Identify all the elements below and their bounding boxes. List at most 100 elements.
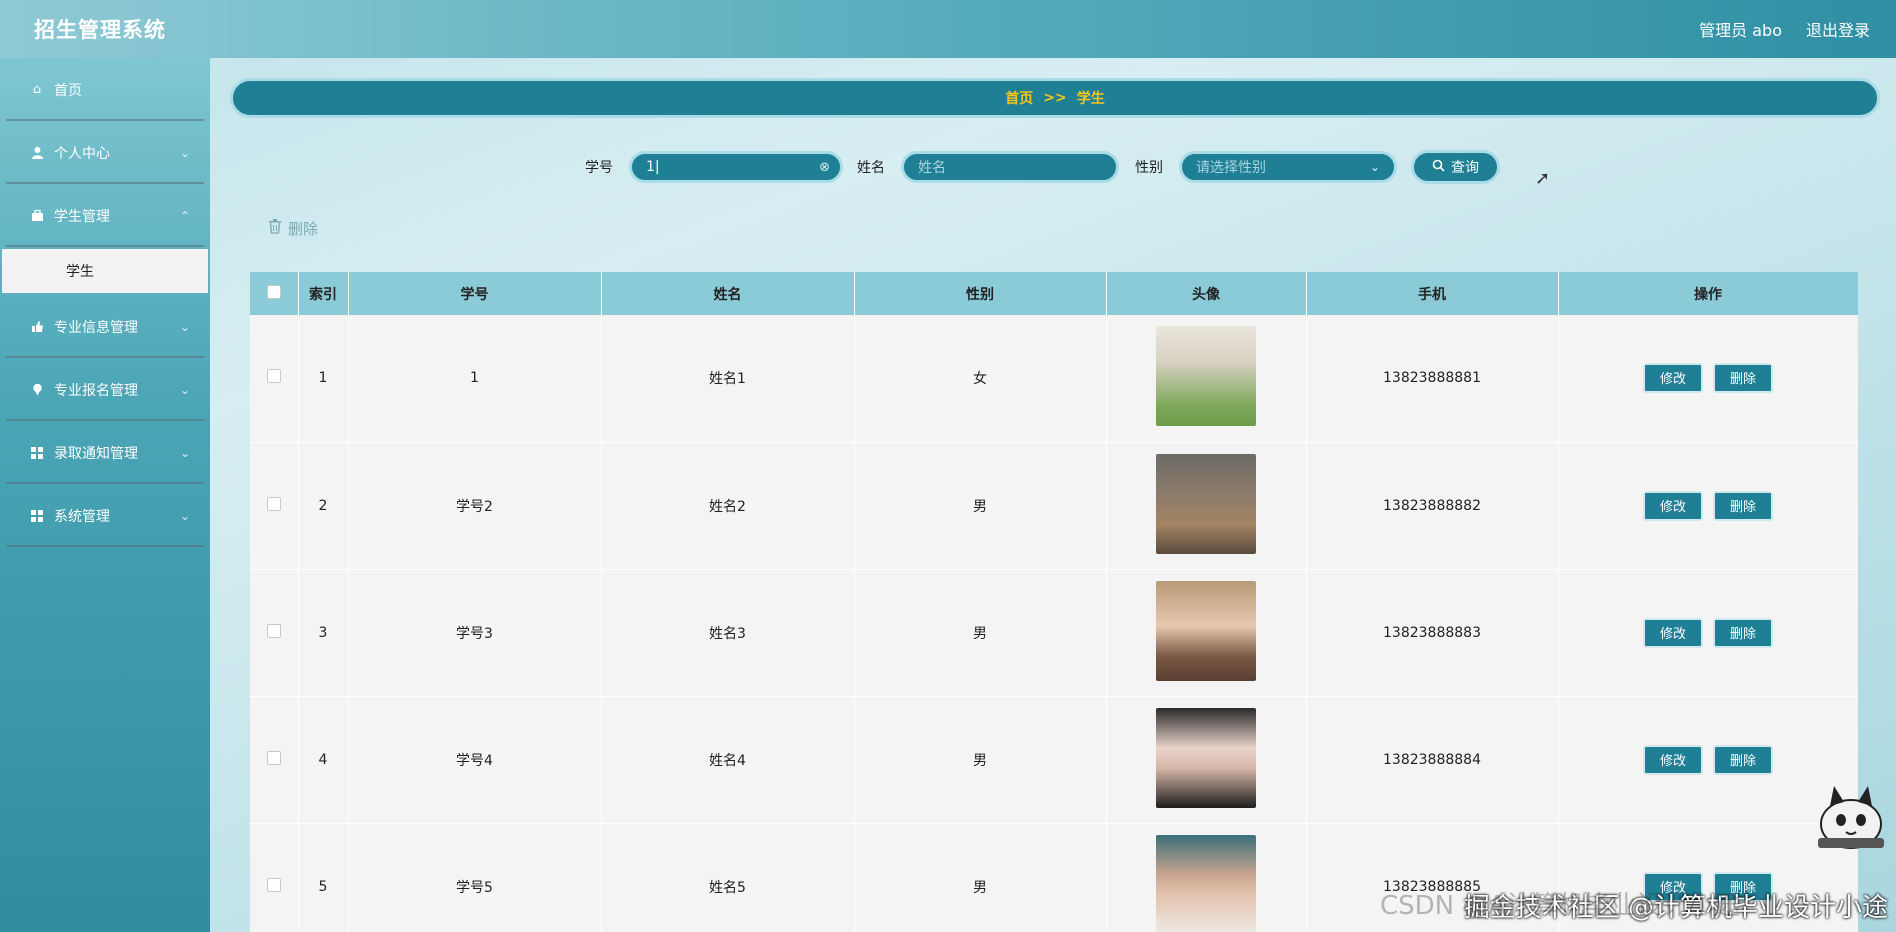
watermark-front: 掘金技术社区 @计算机毕业设计小途 — [1463, 893, 1888, 923]
table-row: 2 学号2 姓名2 男 13823888882 修改 删除 — [250, 442, 1858, 570]
cell-gender: 男 — [854, 442, 1107, 570]
row-checkbox[interactable] — [266, 750, 281, 765]
logout-link[interactable]: 退出登录 — [1806, 17, 1870, 41]
sidebar-item-label: 首页 — [54, 82, 82, 99]
column-header-phone: 手机 — [1306, 272, 1559, 315]
breadcrumb-separator: >> — [1043, 90, 1067, 106]
cell-name: 姓名3 — [601, 569, 855, 697]
top-bar: 招生管理系统 管理员 abo 退出登录 — [0, 0, 1896, 58]
chevron-down-icon: ⌄ — [179, 145, 190, 160]
avatar[interactable] — [1156, 453, 1256, 554]
clear-icon[interactable]: ⊗ — [819, 160, 830, 175]
cell-student-no: 1 — [348, 315, 602, 443]
thumb-icon — [30, 320, 44, 334]
chevron-down-icon: ⌄ — [179, 382, 190, 397]
sidebar-item-major-registration[interactable]: 专业报名管理 ⌄ — [0, 358, 210, 421]
column-header-actions: 操作 — [1558, 272, 1858, 315]
table-row: 1 1 姓名1 女 13823888881 修改 删除 — [250, 315, 1858, 443]
chevron-down-icon: ⌄ — [179, 445, 190, 460]
sidebar-item-label: 专业报名管理 — [54, 382, 138, 399]
breadcrumb: 首页 >> 学生 — [230, 78, 1880, 118]
delete-button[interactable]: 删除 — [1713, 363, 1773, 394]
column-header-index: 索引 — [298, 272, 349, 315]
sidebar-item-major-info[interactable]: 专业信息管理 ⌄ — [0, 295, 210, 358]
app-title: 招生管理系统 — [34, 18, 166, 42]
search-button[interactable]: 查询 — [1411, 150, 1500, 184]
mascot-icon — [1818, 786, 1884, 849]
gender-label: 性别 — [1135, 160, 1163, 176]
delete-button[interactable]: 删除 — [1713, 490, 1773, 521]
cell-student-no: 学号4 — [348, 696, 602, 824]
top-right-actions: 管理员 abo 退出登录 — [1699, 17, 1870, 41]
row-checkbox[interactable] — [266, 877, 281, 892]
edit-button[interactable]: 修改 — [1643, 744, 1703, 775]
column-header-name: 姓名 — [601, 272, 855, 315]
delete-button[interactable]: 删除 — [1713, 744, 1773, 775]
sidebar-item-label: 个人中心 — [54, 145, 110, 162]
sidebar-item-label: 专业信息管理 — [54, 319, 138, 336]
batch-delete-label: 删除 — [288, 220, 319, 238]
watermark: 掘金技术社区 @计算机毕业设计小途 — [1464, 887, 1888, 924]
table-row: 4 学号4 姓名4 男 13823888884 修改 删除 — [250, 696, 1858, 824]
cell-phone: 13823888884 — [1306, 696, 1559, 824]
cell-gender: 男 — [854, 696, 1107, 824]
gender-select[interactable]: 请选择性别 ⌄ — [1179, 151, 1397, 183]
cell-name: 姓名2 — [601, 442, 855, 570]
sidebar-item-label: 学生管理 — [54, 208, 110, 225]
cell-phone: 13823888881 — [1306, 315, 1559, 443]
cell-name: 姓名1 — [601, 315, 855, 443]
breadcrumb-home[interactable]: 首页 — [1005, 88, 1033, 108]
student-no-input[interactable]: 1 | ⊗ — [629, 151, 843, 183]
cell-phone: 13823888882 — [1306, 442, 1559, 570]
admin-user-label[interactable]: 管理员 abo — [1699, 17, 1782, 41]
row-checkbox[interactable] — [266, 623, 281, 638]
sidebar-item-home[interactable]: ⌂ 首页 — [0, 58, 210, 121]
row-checkbox[interactable] — [266, 369, 281, 384]
avatar[interactable] — [1156, 707, 1256, 808]
select-all-checkbox[interactable] — [266, 284, 281, 299]
cell-name: 姓名4 — [601, 696, 855, 824]
grid-icon — [30, 509, 44, 523]
cell-index: 1 — [298, 315, 349, 443]
sidebar-subitem-student[interactable]: 学生 — [2, 249, 208, 293]
edit-button[interactable]: 修改 — [1643, 490, 1703, 521]
cell-gender: 女 — [854, 315, 1107, 443]
delete-button[interactable]: 删除 — [1713, 617, 1773, 648]
sidebar: ⌂ 首页 个人中心 ⌄ 学生管理 ⌃ 学生 专业信息管理 ⌄ 专业报名管理 ⌄ … — [0, 58, 210, 932]
avatar[interactable] — [1156, 326, 1256, 427]
chevron-down-icon: ⌄ — [1369, 160, 1380, 174]
edit-button[interactable]: 修改 — [1643, 363, 1703, 394]
user-icon — [30, 146, 44, 160]
batch-delete-button[interactable]: 删除 — [268, 218, 318, 239]
name-label: 姓名 — [857, 160, 885, 176]
edit-button[interactable]: 修改 — [1643, 617, 1703, 648]
home-icon: ⌂ — [32, 82, 42, 97]
mouse-cursor-icon: ➚ — [1535, 168, 1551, 189]
sidebar-item-admission-notice[interactable]: 录取通知管理 ⌄ — [0, 421, 210, 484]
cell-name: 姓名5 — [601, 823, 855, 932]
briefcase-icon — [30, 209, 44, 223]
trash-icon — [268, 219, 282, 238]
avatar[interactable] — [1156, 580, 1256, 681]
cell-gender: 男 — [854, 569, 1107, 697]
breadcrumb-current: 学生 — [1076, 91, 1105, 107]
name-input[interactable]: 姓名 — [901, 151, 1119, 183]
cell-student-no: 学号2 — [348, 442, 602, 570]
cell-phone: 13823888883 — [1306, 569, 1559, 697]
cell-student-no: 学号3 — [348, 569, 602, 697]
gender-placeholder: 请选择性别 — [1196, 160, 1266, 176]
chevron-down-icon: ⌄ — [179, 319, 190, 334]
table-row: 3 学号3 姓名3 男 13823888883 修改 删除 — [250, 569, 1858, 697]
sidebar-item-label: 系统管理 — [54, 508, 110, 525]
select-all-cell — [250, 272, 299, 315]
row-checkbox[interactable] — [266, 496, 281, 511]
column-header-avatar: 头像 — [1106, 272, 1307, 315]
sidebar-item-personal-center[interactable]: 个人中心 ⌄ — [0, 121, 210, 184]
student-table: 索引 学号 姓名 性别 头像 手机 操作 1 1 姓名1 女 138238888… — [250, 272, 1858, 932]
sidebar-item-system[interactable]: 系统管理 ⌄ — [0, 484, 210, 547]
sidebar-item-label: 录取通知管理 — [54, 445, 138, 462]
sidebar-item-student-management[interactable]: 学生管理 ⌃ — [0, 184, 210, 247]
table-header-row: 索引 学号 姓名 性别 头像 手机 操作 — [250, 272, 1858, 315]
pin-icon — [30, 383, 44, 397]
avatar[interactable] — [1156, 834, 1256, 932]
